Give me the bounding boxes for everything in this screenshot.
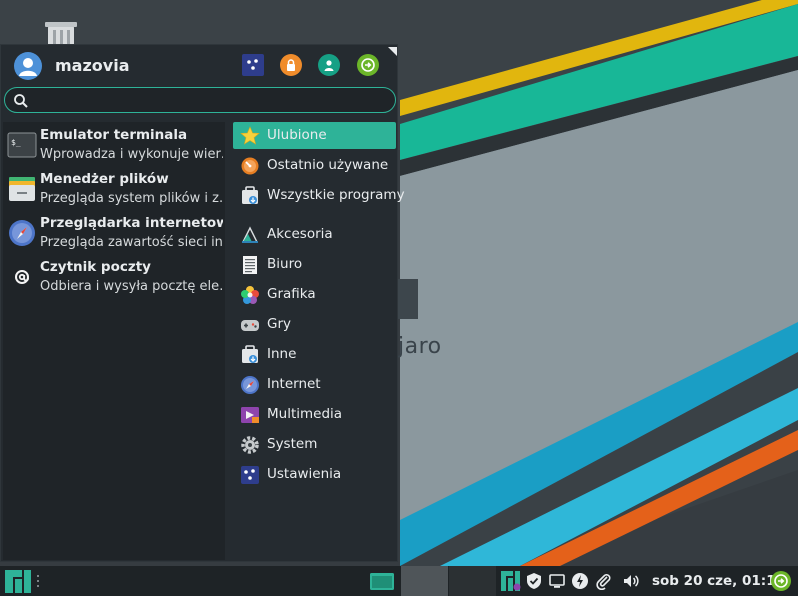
wallpaper-logo-text: jaro: [398, 334, 442, 359]
office-icon: [243, 256, 257, 274]
app-name: Emulator terminala: [40, 127, 188, 143]
category-label: Biuro: [267, 256, 303, 272]
star-icon: [240, 126, 260, 145]
attachment-icon[interactable]: [595, 572, 613, 590]
username-label: mazovia: [55, 56, 130, 75]
category-label: Inne: [267, 346, 297, 362]
panel-handle-icon[interactable]: [36, 575, 40, 587]
resize-corner-icon[interactable]: [388, 47, 397, 56]
category-other[interactable]: Inne: [233, 341, 396, 368]
search-field[interactable]: [4, 87, 396, 113]
multimedia-icon: [241, 407, 259, 423]
category-all-programs[interactable]: Wszystkie programy: [233, 182, 405, 209]
category-label: Wszystkie programy: [267, 187, 405, 203]
category-label: Gry: [267, 316, 292, 332]
category-label: Multimedia: [267, 406, 343, 422]
app-description: Odbiera i wysyła pocztę ele…: [40, 279, 223, 294]
log-out-icon[interactable]: [357, 54, 379, 76]
shield-icon[interactable]: [525, 572, 543, 590]
clock[interactable]: sob 20 cze, 01:15: [652, 573, 785, 589]
app-description: Przegląda zawartość sieci in…: [40, 235, 223, 250]
show-desktop-icon[interactable]: [370, 571, 394, 591]
file-manager-icon: [9, 177, 35, 201]
app-description: Wprowadza i wykonuje wier…: [40, 147, 223, 162]
app-name: Czytnik poczty: [40, 259, 151, 275]
category-system[interactable]: System: [233, 431, 396, 458]
workspace-2[interactable]: [449, 566, 496, 596]
web-browser-icon: [9, 220, 35, 246]
display-icon[interactable]: [548, 572, 566, 590]
recent-clock-icon: [241, 157, 259, 175]
category-multimedia[interactable]: Multimedia: [233, 401, 396, 428]
app-description: Przegląda system plików i z…: [40, 191, 223, 206]
list-item-web-browser[interactable]: Przeglądarka internetowa Przegląda zawar…: [3, 211, 225, 255]
list-item-file-manager[interactable]: Menedżer plików Przegląda system plików …: [3, 167, 225, 211]
category-label: Ustawienia: [267, 466, 342, 482]
category-internet[interactable]: Internet: [233, 371, 396, 398]
menu-header: mazovia: [1, 45, 399, 85]
switch-user-icon[interactable]: [318, 54, 340, 76]
manjaro-settings-icon[interactable]: [500, 570, 522, 592]
app-name: Menedżer plików: [40, 171, 169, 187]
internet-icon: [241, 376, 259, 394]
category-favorites[interactable]: Ulubione: [233, 122, 396, 149]
log-out-icon[interactable]: [770, 570, 792, 592]
category-settings[interactable]: Ustawienia: [233, 461, 396, 488]
volume-icon[interactable]: [622, 572, 640, 590]
list-item-mail-reader[interactable]: Czytnik poczty Odbiera i wysyła pocztę e…: [3, 255, 225, 299]
category-games[interactable]: Gry: [233, 311, 396, 338]
application-menu: mazovia $_ Emulator terminala Wprowadza …: [0, 44, 405, 562]
category-label: Internet: [267, 376, 321, 392]
bottom-panel: sob 20 cze, 01:15: [0, 566, 798, 596]
search-input[interactable]: [33, 91, 387, 111]
workspace-1[interactable]: [401, 566, 448, 596]
terminal-icon: $_: [7, 132, 37, 158]
category-label: System: [267, 436, 318, 452]
mail-reader-icon: [15, 270, 29, 284]
list-item-terminal[interactable]: $_ Emulator terminala Wprowadza i wykonu…: [3, 123, 225, 167]
games-icon: [241, 320, 259, 331]
category-accessories[interactable]: Akcesoria: [233, 221, 396, 248]
manjaro-menu-icon[interactable]: [2, 568, 32, 595]
category-label: Grafika: [267, 286, 316, 302]
category-label: Ulubione: [267, 127, 327, 143]
category-office[interactable]: Biuro: [233, 251, 396, 278]
power-icon[interactable]: [571, 572, 589, 590]
lock-screen-icon[interactable]: [280, 54, 302, 76]
svg-text:$_: $_: [11, 138, 21, 147]
search-icon: [14, 94, 28, 108]
category-label: Ostatnio używane: [267, 157, 389, 173]
app-name: Przeglądarka internetowa: [40, 215, 223, 231]
system-icon: [241, 436, 259, 454]
all-programs-icon: [242, 186, 258, 204]
graphics-icon: [241, 286, 259, 304]
user-avatar-icon[interactable]: [14, 52, 42, 80]
favorites-list: $_ Emulator terminala Wprowadza i wykonu…: [3, 122, 225, 560]
category-recent[interactable]: Ostatnio używane: [233, 152, 396, 179]
settings-manager-icon[interactable]: [242, 54, 264, 76]
accessories-icon: [241, 226, 259, 243]
other-icon: [242, 345, 258, 363]
category-graphics[interactable]: Grafika: [233, 281, 396, 308]
category-label: Akcesoria: [267, 226, 333, 242]
settings-icon: [241, 466, 259, 484]
